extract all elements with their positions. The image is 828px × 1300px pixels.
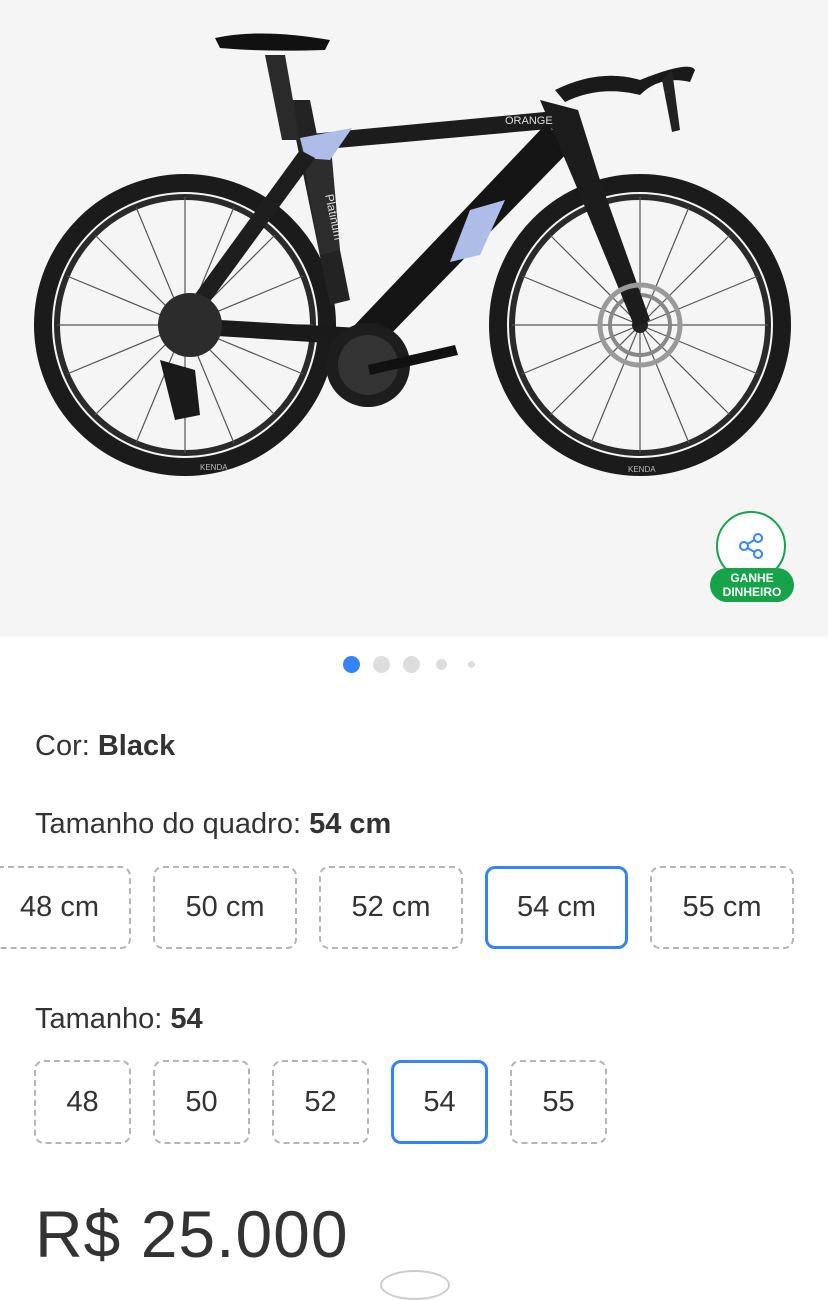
frame-size-option-48cm[interactable]: 48 cm: [0, 866, 131, 949]
rear-tire-brand-text: KENDA: [200, 463, 228, 472]
size-option-52[interactable]: 52: [272, 1060, 369, 1144]
carousel-dot-4[interactable]: [436, 659, 447, 670]
product-price: R$ 25.000: [35, 1197, 349, 1271]
color-label: Cor: Black: [35, 730, 175, 763]
share-earn-badge[interactable]: GANHE DINHEIRO: [710, 568, 794, 602]
bike-frame: [158, 33, 695, 420]
frame-size-option-54cm[interactable]: 54 cm: [485, 866, 628, 949]
carousel-dot-5[interactable]: [468, 661, 475, 668]
frame-size-label: Tamanho do quadro: 54 cm: [35, 808, 391, 841]
size-value: 54: [170, 1003, 203, 1035]
carousel-dot-3[interactable]: [403, 656, 420, 673]
size-option-48[interactable]: 48: [34, 1060, 131, 1144]
share-icon: [739, 533, 763, 559]
size-option-54[interactable]: 54: [391, 1060, 488, 1144]
carousel-pagination: [0, 656, 828, 673]
share-earn-line2: DINHEIRO: [722, 585, 782, 599]
product-image-gallery[interactable]: ORANGE Platinum KENDA KENDA GANHE DINHEI…: [0, 0, 828, 637]
carousel-dot-2[interactable]: [373, 656, 390, 673]
size-label-text: Tamanho:: [35, 1003, 163, 1035]
frame-size-value: 54 cm: [309, 808, 392, 840]
size-label: Tamanho: 54: [35, 1003, 203, 1036]
frame-size-option-52cm[interactable]: 52 cm: [319, 866, 463, 949]
color-label-text: Cor:: [35, 730, 90, 762]
size-option-50[interactable]: 50: [153, 1060, 250, 1144]
frame-brand-text: ORANGE: [505, 115, 553, 127]
size-option-55[interactable]: 55: [510, 1060, 607, 1144]
frame-size-option-50cm[interactable]: 50 cm: [153, 866, 297, 949]
share-earn-line1: GANHE: [730, 571, 774, 585]
frame-size-label-text: Tamanho do quadro:: [35, 808, 302, 840]
frame-size-option-55cm[interactable]: 55 cm: [650, 866, 794, 949]
bottom-scroll-indicator: [380, 1270, 450, 1300]
color-value: Black: [97, 730, 176, 762]
carousel-dot-1[interactable]: [343, 656, 360, 673]
front-tire-brand-text: KENDA: [628, 465, 656, 474]
bicycle-image: ORANGE Platinum KENDA KENDA: [34, 33, 791, 476]
